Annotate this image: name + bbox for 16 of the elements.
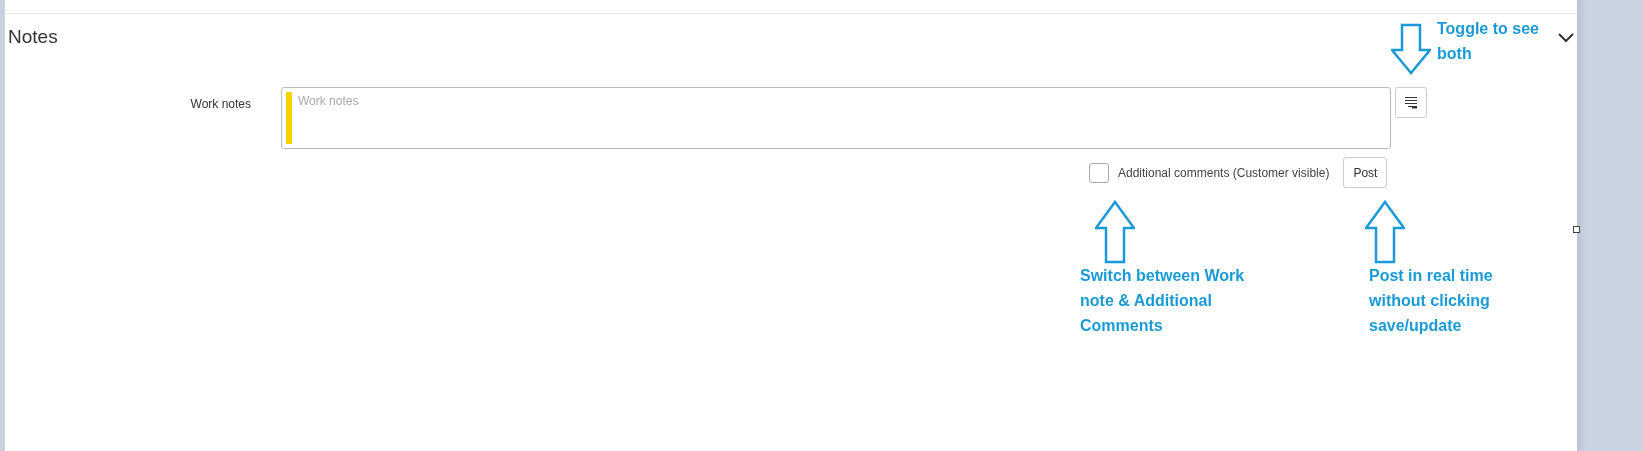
resize-handle[interactable] (1573, 226, 1580, 233)
toggle-fields-button[interactable] (1395, 87, 1427, 118)
field-label: Work notes (189, 96, 251, 111)
checkbox-label: Additional comments (Customer visible) (1118, 165, 1330, 180)
list-icon (1404, 96, 1418, 109)
annotation-text: Toggle to see both (1437, 19, 1540, 64)
annotation-text: Switch between Work note & Additional Comments (1080, 266, 1246, 336)
checkbox[interactable] (1089, 162, 1109, 183)
arrow-icon (1365, 200, 1405, 264)
arrow-icon (1095, 200, 1135, 264)
arrow-icon (1391, 23, 1431, 75)
chevron-icon[interactable] (1557, 31, 1575, 43)
section-title: Notes (8, 26, 58, 48)
post-button[interactable]: Post (1343, 157, 1388, 188)
work-notes-field[interactable]: Work notes (281, 87, 1391, 149)
annotation-text: Post in real time without clicking save/update (1369, 266, 1494, 336)
